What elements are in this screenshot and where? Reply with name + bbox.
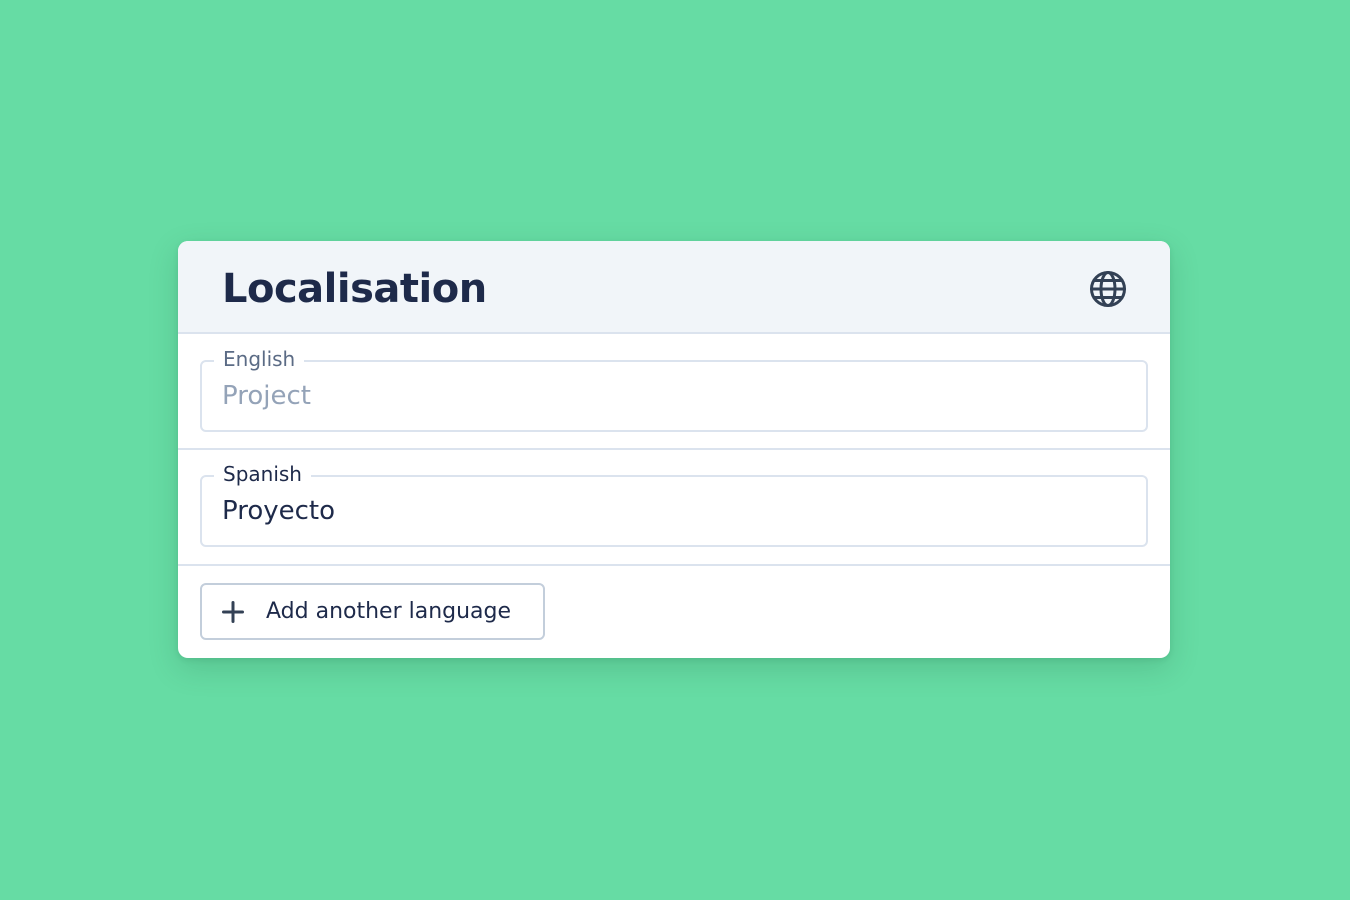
english-input[interactable] [222, 376, 1122, 416]
spanish-input[interactable] [222, 491, 1122, 531]
english-field[interactable]: English [200, 347, 1148, 432]
panel-header: Localisation [178, 241, 1170, 334]
english-field-label: English [214, 347, 305, 371]
add-language-button[interactable]: Add another language [200, 583, 545, 640]
spanish-section: Spanish [178, 450, 1170, 566]
spanish-field[interactable]: Spanish [200, 462, 1148, 547]
panel-title: Localisation [222, 266, 487, 312]
plus-icon [222, 601, 244, 623]
add-language-label: Add another language [266, 599, 512, 624]
globe-icon[interactable] [1087, 268, 1129, 310]
spanish-field-label: Spanish [214, 462, 311, 486]
localisation-panel: Localisation English Spanish Add another… [178, 241, 1170, 658]
english-section: English [178, 334, 1170, 450]
